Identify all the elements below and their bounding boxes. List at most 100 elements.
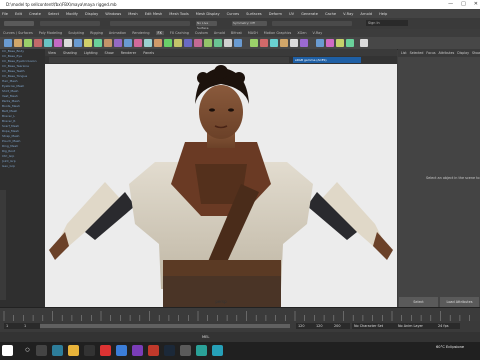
edge-icon[interactable] <box>52 345 63 356</box>
shelf-tab-fx[interactable]: FX <box>155 31 164 35</box>
panel-menu-view[interactable]: View <box>48 51 56 55</box>
shelf-icon-2[interactable] <box>14 39 22 47</box>
shelf-tab-bifrost[interactable]: Bifrost <box>231 31 242 35</box>
menu-arnold[interactable]: Arnold <box>360 12 372 16</box>
render-tools[interactable] <box>272 21 352 26</box>
close-button[interactable]: ✕ <box>474 0 478 9</box>
shelf-icon-31[interactable] <box>316 39 324 47</box>
menu-file[interactable]: File <box>2 12 8 16</box>
inner-end-field[interactable]: 120 <box>296 323 314 329</box>
shelf-icon-14[interactable] <box>134 39 142 47</box>
app-icon-4[interactable] <box>180 345 191 356</box>
shelf-icon-11[interactable] <box>104 39 112 47</box>
menu-curves[interactable]: Curves <box>227 12 239 16</box>
shelf-icon-20[interactable] <box>194 39 202 47</box>
load-attributes-button[interactable]: Load Attributes <box>440 297 479 307</box>
shelf-icon-35[interactable] <box>360 39 368 47</box>
attr-tab-selected[interactable]: Selected <box>410 51 424 55</box>
shelf-tab-poly-modeling[interactable]: Poly Modeling <box>39 31 62 35</box>
shelf-icon-33[interactable] <box>336 39 344 47</box>
shelf-tab-rigging[interactable]: Rigging <box>90 31 103 35</box>
panel-menu-panels[interactable]: Panels <box>143 51 154 55</box>
shelf-tab-rendering[interactable]: Rendering <box>132 31 149 35</box>
shelf-icon-8[interactable] <box>74 39 82 47</box>
menu-modify[interactable]: Modify <box>66 12 78 16</box>
app-icon-3[interactable] <box>148 345 159 356</box>
anim-layer-dropdown[interactable]: No Anim Layer <box>396 323 436 329</box>
outliner-item[interactable]: Geo_Grp <box>2 164 45 169</box>
shelf-tab-curves-surfaces[interactable]: Curves / Surfaces <box>3 31 33 35</box>
shelf-icon-10[interactable] <box>94 39 102 47</box>
menu-v-ray[interactable]: V-Ray <box>343 12 353 16</box>
app-icon-1[interactable] <box>116 345 127 356</box>
shelf-icon-19[interactable] <box>184 39 192 47</box>
shelf-icon-27[interactable] <box>270 39 278 47</box>
shelf-icon-15[interactable] <box>144 39 152 47</box>
shelf-icon-12[interactable] <box>114 39 122 47</box>
menu-cache[interactable]: Cache <box>325 12 336 16</box>
shelf-icon-13[interactable] <box>124 39 132 47</box>
shelf-tab-animation[interactable]: Animation <box>109 31 126 35</box>
attr-tab-list[interactable]: List <box>401 51 407 55</box>
shelf-tab-motion-graphics[interactable]: Motion Graphics <box>264 31 292 35</box>
menu-uv[interactable]: UV <box>289 12 294 16</box>
panel-tool-icons[interactable] <box>49 57 289 63</box>
shelf-tab-fx-caching[interactable]: FX Caching <box>170 31 189 35</box>
shelf-icon-3[interactable] <box>24 39 32 47</box>
panel-menu-shading[interactable]: Shading <box>63 51 77 55</box>
steam-icon[interactable] <box>164 345 175 356</box>
shelf-icon-25[interactable] <box>250 39 258 47</box>
menu-mesh-display[interactable]: Mesh Display <box>196 12 220 16</box>
shelf-tab-xgen[interactable]: XGen <box>297 31 306 35</box>
end2-field[interactable]: 200 <box>332 323 350 329</box>
store-icon[interactable] <box>84 345 95 356</box>
menu-mesh[interactable]: Mesh <box>128 12 137 16</box>
shelf-tab-custom[interactable]: Custom <box>195 31 208 35</box>
panel-menu-lighting[interactable]: Lighting <box>84 51 98 55</box>
command-line[interactable]: MEL <box>0 332 480 342</box>
shelf-icon-1[interactable] <box>4 39 12 47</box>
menu-windows[interactable]: Windows <box>105 12 121 16</box>
minimize-button[interactable]: — <box>448 0 453 9</box>
fps-dropdown[interactable]: 24 fps <box>436 323 460 329</box>
menu-display[interactable]: Display <box>85 12 98 16</box>
shelf-icon-24[interactable] <box>234 39 242 47</box>
app-icon-5[interactable] <box>212 345 223 356</box>
command-language-label[interactable]: MEL <box>202 335 209 339</box>
menu-edit[interactable]: Edit <box>15 12 22 16</box>
attr-tab-display[interactable]: Display <box>457 51 469 55</box>
start-field[interactable]: 1 <box>4 323 22 329</box>
shelf-icon-28[interactable] <box>280 39 288 47</box>
shelf-icon-30[interactable] <box>300 39 308 47</box>
shelf-icon-26[interactable] <box>260 39 268 47</box>
menu-surfaces[interactable]: Surfaces <box>246 12 262 16</box>
menu-select[interactable]: Select <box>48 12 59 16</box>
shelf-icon-9[interactable] <box>84 39 92 47</box>
mode-dropdown[interactable] <box>4 21 34 26</box>
menu-create[interactable]: Create <box>29 12 41 16</box>
symmetry-dropdown[interactable]: Symmetry: Off <box>232 21 267 26</box>
live-surface-field[interactable]: No Live Surface <box>196 21 217 30</box>
shelf-tab-sculpting[interactable]: Sculpting <box>68 31 84 35</box>
character-set-dropdown[interactable]: No Character Set <box>352 323 396 329</box>
selection-mask-tools[interactable] <box>110 21 190 26</box>
weather-widget-icon[interactable] <box>2 345 13 356</box>
attr-tab-show[interactable]: Show <box>472 51 480 55</box>
sign-in-button[interactable]: Sign In <box>366 20 408 26</box>
shelf-icon-6[interactable] <box>54 39 62 47</box>
task-view-icon[interactable] <box>36 345 47 356</box>
attr-tab-attributes[interactable]: Attributes <box>439 51 455 55</box>
maximize-button[interactable]: □ <box>461 0 466 9</box>
shelf-icon-29[interactable] <box>290 39 298 47</box>
shelf-icon-23[interactable] <box>224 39 232 47</box>
range-bar[interactable] <box>40 324 290 328</box>
menu-deform[interactable]: Deform <box>269 12 282 16</box>
shelf-tab-v-ray[interactable]: V-Ray <box>313 31 323 35</box>
shelf-icon-34[interactable] <box>346 39 354 47</box>
app-icon-2[interactable] <box>132 345 143 356</box>
menu-edit-mesh[interactable]: Edit Mesh <box>145 12 163 16</box>
menu-help[interactable]: Help <box>379 12 387 16</box>
shelf-icon-4[interactable] <box>34 39 42 47</box>
viewport-3d[interactable]: persp <box>45 64 397 307</box>
file-tools[interactable] <box>40 21 100 26</box>
